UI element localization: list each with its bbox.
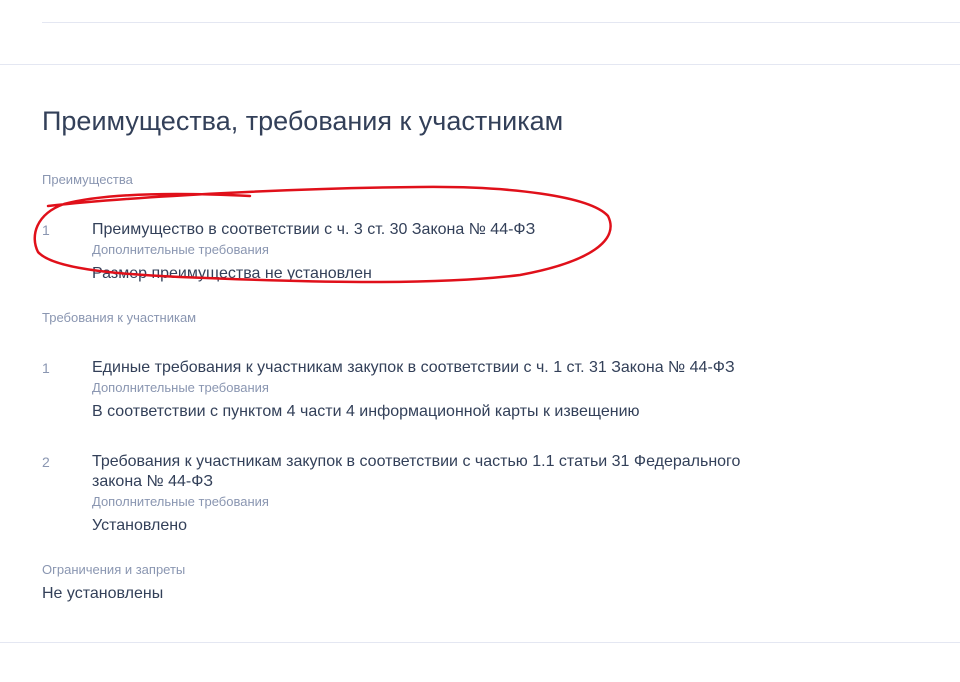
section-title: Преимущества, требования к участникам: [42, 106, 564, 136]
item-title: Требования к участникам закупок в соотве…: [92, 453, 741, 490]
requirements-label: Требования к участникам: [42, 310, 197, 325]
annotation-circle: [33, 185, 612, 284]
item-number: 2: [42, 454, 50, 470]
item-value: Размер преимущества не установлен: [92, 265, 372, 282]
item-value: В соответствии с пунктом 4 части 4 инфор…: [92, 403, 640, 420]
item-value: Установлено: [92, 517, 187, 534]
item-subtitle: Дополнительные требования: [92, 242, 269, 257]
restrictions-value: Не установлены: [42, 585, 164, 602]
item-title: Преимущество в соответствии с ч. 3 ст. 3…: [92, 221, 536, 238]
bottom-divider: [0, 642, 960, 643]
top-divider: [42, 22, 960, 23]
section-divider: [0, 64, 960, 65]
item-number: 1: [42, 360, 50, 376]
item-subtitle: Дополнительные требования: [92, 494, 269, 509]
restrictions-label: Ограничения и запреты: [42, 562, 186, 577]
advantages-label: Преимущества: [42, 172, 133, 187]
item-subtitle: Дополнительные требования: [92, 380, 269, 395]
item-title: Единые требования к участникам закупок в…: [92, 359, 735, 376]
item-number: 1: [42, 222, 50, 238]
